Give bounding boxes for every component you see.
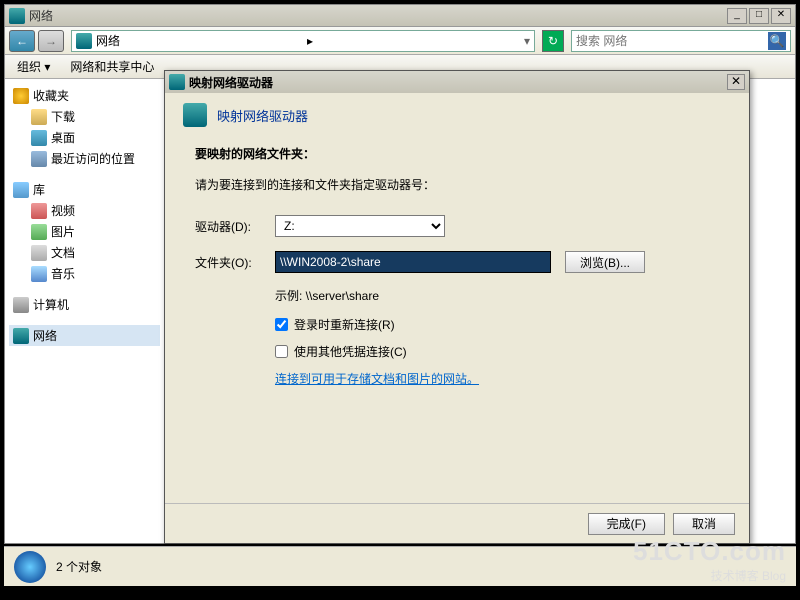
drive-row: 驱动器(D): Z: (195, 215, 719, 237)
libraries-header[interactable]: 库 (9, 179, 160, 200)
dialog-body: 要映射的网络文件夹： 请为要连接到的连接和文件夹指定驱动器号： 驱动器(D): … (165, 137, 749, 395)
window-title: 网络 (29, 7, 727, 24)
sidebar-item-music[interactable]: 音乐 (9, 263, 160, 284)
nav-toolbar: ← → 网络 ▸ ▾ ↻ 🔍 (5, 27, 795, 55)
recent-icon (31, 151, 47, 167)
sidebar-item-documents[interactable]: 文档 (9, 242, 160, 263)
folder-label: 文件夹(O): (195, 254, 275, 271)
sidebar-item-computer[interactable]: 计算机 (9, 294, 160, 315)
dialog-title: 映射网络驱动器 (189, 74, 727, 91)
library-icon (13, 182, 29, 198)
othercreds-checkbox[interactable] (275, 345, 288, 358)
map-network-drive-dialog: 映射网络驱动器 ✕ 映射网络驱动器 要映射的网络文件夹： 请为要连接到的连接和文… (164, 70, 750, 544)
dialog-heading: 要映射的网络文件夹： (195, 145, 719, 162)
dialog-close-button[interactable]: ✕ (727, 74, 745, 90)
dialog-titlebar: 映射网络驱动器 ✕ (165, 71, 749, 93)
storage-website-link[interactable]: 连接到可用于存储文档和图片的网站。 (275, 370, 719, 387)
folder-icon (31, 109, 47, 125)
search-input[interactable] (576, 34, 768, 48)
sidebar-item-recent[interactable]: 最近访问的位置 (9, 148, 160, 169)
close-button[interactable]: ✕ (771, 8, 791, 24)
reconnect-checkbox[interactable] (275, 318, 288, 331)
dialog-subtext: 请为要连接到的连接和文件夹指定驱动器号： (195, 176, 719, 193)
sidebar-item-network[interactable]: 网络 (9, 325, 160, 346)
folder-input[interactable] (275, 251, 551, 273)
finish-button[interactable]: 完成(F) (588, 513, 665, 535)
example-text: 示例: \\server\share (275, 287, 719, 304)
document-icon (31, 245, 47, 261)
drive-label: 驱动器(D): (195, 218, 275, 235)
network-icon (9, 8, 25, 24)
desktop-icon (31, 130, 47, 146)
address-bar[interactable]: 网络 ▸ ▾ (71, 30, 535, 52)
sidebar-item-videos[interactable]: 视频 (9, 200, 160, 221)
othercreds-row: 使用其他凭据连接(C) (275, 343, 719, 360)
minimize-button[interactable]: _ (727, 8, 747, 24)
nav-forward-button[interactable]: → (38, 30, 64, 52)
search-box: 🔍 (571, 30, 791, 52)
network-center-button[interactable]: 网络和共享中心 (70, 58, 154, 75)
dialog-header: 映射网络驱动器 (165, 93, 749, 137)
browse-button[interactable]: 浏览(B)... (565, 251, 645, 273)
window-controls: _ □ ✕ (727, 8, 791, 24)
status-bar: 2 个对象 (4, 546, 796, 586)
othercreds-label: 使用其他凭据连接(C) (294, 343, 407, 360)
address-separator: ▸ (307, 34, 313, 48)
nav-pane: 收藏夹 下载 桌面 最近访问的位置 库 视频 图片 文档 音乐 计算机 网络 (5, 79, 165, 543)
sidebar-item-desktop[interactable]: 桌面 (9, 127, 160, 148)
sidebar-item-downloads[interactable]: 下载 (9, 106, 160, 127)
reconnect-row: 登录时重新连接(R) (275, 316, 719, 333)
nav-back-button[interactable]: ← (9, 30, 35, 52)
cancel-button[interactable]: 取消 (673, 513, 735, 535)
network-icon (13, 328, 29, 344)
address-text: 网络 (96, 32, 307, 49)
refresh-button[interactable]: ↻ (542, 30, 564, 52)
status-text: 2 个对象 (56, 558, 102, 575)
music-icon (31, 266, 47, 282)
address-dropdown-icon[interactable]: ▾ (524, 34, 530, 48)
dialog-icon (169, 74, 185, 90)
maximize-button[interactable]: □ (749, 8, 769, 24)
video-icon (31, 203, 47, 219)
star-icon (13, 88, 29, 104)
sidebar-item-pictures[interactable]: 图片 (9, 221, 160, 242)
organize-menu[interactable]: 组织 ▾ (17, 58, 50, 75)
address-icon (76, 33, 92, 49)
favorites-header[interactable]: 收藏夹 (9, 85, 160, 106)
computer-icon (13, 297, 29, 313)
dialog-header-text: 映射网络驱动器 (217, 106, 308, 125)
drive-icon (183, 103, 207, 127)
status-icon (14, 551, 46, 583)
titlebar: 网络 _ □ ✕ (5, 5, 795, 27)
reconnect-label: 登录时重新连接(R) (294, 316, 395, 333)
search-button[interactable]: 🔍 (768, 32, 786, 50)
dialog-footer: 完成(F) 取消 (165, 503, 749, 543)
folder-row: 文件夹(O): 浏览(B)... (195, 251, 719, 273)
picture-icon (31, 224, 47, 240)
drive-select[interactable]: Z: (275, 215, 445, 237)
